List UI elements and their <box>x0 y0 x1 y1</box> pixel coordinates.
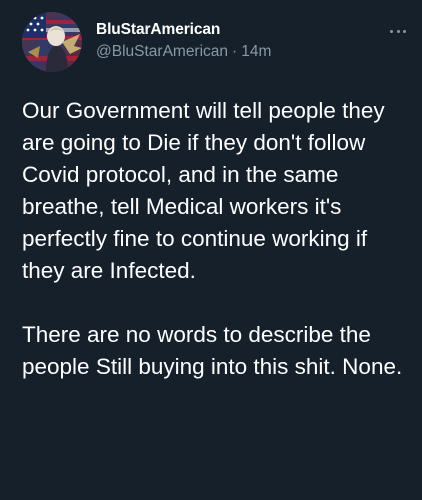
more-dot <box>390 30 393 33</box>
tweet-body: Our Government will tell people they are… <box>22 95 414 383</box>
more-horizontal-icon[interactable] <box>388 26 408 36</box>
tweet-meta: @BluStarAmerican · 14m <box>96 43 271 61</box>
timestamp[interactable]: 14m <box>241 43 271 60</box>
tweet: BluStarAmerican @BluStarAmerican · 14m Our… <box>0 0 422 500</box>
meta-separator: · <box>232 43 238 60</box>
handle[interactable]: @BluStarAmerican <box>96 43 228 60</box>
tweet-paragraph: There are no words to describe the peopl… <box>22 322 403 379</box>
tweet-paragraph: Our Government will tell people they are… <box>22 98 385 283</box>
avatar-image <box>22 12 82 72</box>
more-dot <box>403 30 406 33</box>
more-dot <box>396 30 400 33</box>
avatar[interactable] <box>22 12 82 72</box>
display-name[interactable]: BluStarAmerican <box>96 21 220 39</box>
